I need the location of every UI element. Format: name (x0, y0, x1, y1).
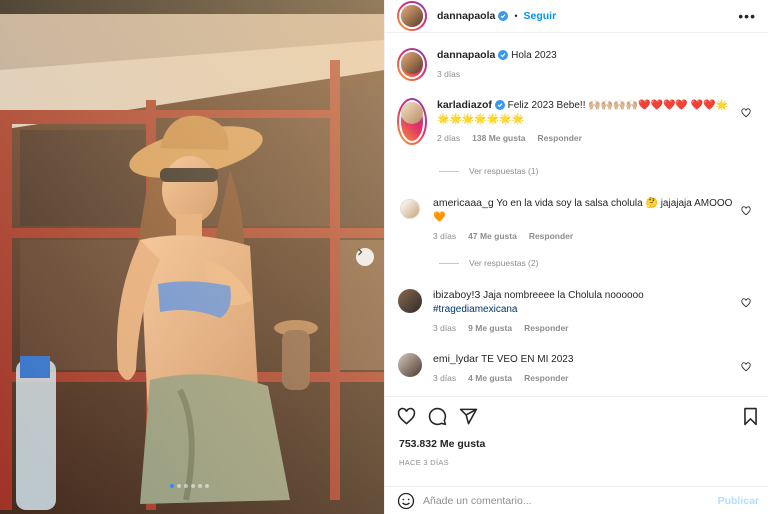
comment-likes[interactable]: 9 Me gusta (468, 321, 512, 335)
comment-time: 3 días (433, 373, 457, 383)
avatar[interactable] (397, 196, 423, 222)
comment-username[interactable]: karladiazof (437, 99, 492, 111)
heart-icon[interactable] (741, 298, 751, 308)
reply-button[interactable]: Responder (538, 131, 582, 145)
comment-time: 3 días (433, 323, 457, 333)
heart-icon[interactable] (397, 407, 416, 426)
post-timestamp: HACE 3 DÍAS (399, 458, 449, 467)
emoji-icon[interactable] (397, 492, 415, 510)
post-header: dannapaola • Seguir ••• (385, 0, 768, 33)
follow-button[interactable]: Seguir (524, 10, 557, 22)
heart-icon[interactable] (741, 206, 751, 216)
more-icon[interactable]: ••• (738, 8, 756, 24)
comment-item: emi_lydar TE VEO EN MI 2023 3 días 4 Me g… (397, 352, 757, 385)
comment-likes[interactable]: 138 Me gusta (472, 131, 525, 145)
reply-button[interactable]: Responder (524, 371, 568, 385)
post-sidebar: dannapaola • Seguir ••• dannapaola Hola … (384, 0, 768, 514)
separator-dot: • (514, 11, 518, 21)
carousel-dot (205, 484, 209, 488)
verified-icon (494, 100, 505, 111)
heart-icon[interactable] (741, 362, 751, 372)
carousel-dot (191, 484, 195, 488)
comment-username[interactable]: americaaa_g (433, 197, 494, 209)
photo-illustration (0, 0, 384, 514)
comment-item: americaaa_g Yo en la vida soy la salsa c… (397, 196, 757, 243)
comment-text: TE VEO EN MI 2023 (481, 354, 574, 365)
carousel-dot (198, 484, 202, 488)
avatar[interactable] (397, 352, 423, 378)
avatar[interactable] (397, 1, 427, 31)
view-replies-button[interactable]: Ver respuestas (2) (439, 258, 538, 268)
comment-composer: Publicar (385, 486, 768, 514)
carousel-dot (177, 484, 181, 488)
comment-likes[interactable]: 4 Me gusta (468, 371, 512, 385)
reply-button[interactable]: Responder (524, 321, 568, 335)
comment-item: karladiazof Feliz 2023 Bebe!! 🙌🏼🙌🏼🙌🏼🙌🏼❤️… (397, 98, 757, 145)
avatar[interactable] (397, 98, 427, 145)
avatar[interactable] (397, 48, 427, 81)
hashtag-link[interactable]: #tragediamexicana (433, 304, 518, 315)
comment-item: ibizaboy!3 Jaja nombreeee la Cholula noo… (397, 288, 757, 335)
bookmark-icon[interactable] (742, 407, 759, 426)
carousel-dot (170, 484, 174, 488)
caption-time: 3 días (437, 69, 461, 79)
chevron-right-icon (358, 248, 363, 256)
caption: dannapaola Hola 2023 3 días (397, 48, 757, 81)
likes-count[interactable]: 753.832 Me gusta (399, 438, 485, 450)
carousel-dot (184, 484, 188, 488)
reply-button[interactable]: Responder (529, 229, 573, 243)
action-bar (385, 396, 768, 432)
post-comment-button[interactable]: Publicar (718, 495, 759, 507)
view-replies-button[interactable]: Ver respuestas (1) (439, 166, 538, 176)
comment-icon[interactable] (428, 407, 447, 426)
view-replies-label: Ver respuestas (1) (469, 166, 539, 176)
caption-text: Hola 2023 (511, 50, 557, 61)
verified-icon (498, 50, 509, 61)
caption-username[interactable]: dannapaola (437, 49, 495, 61)
carousel-indicator (170, 484, 209, 488)
post-photo[interactable] (0, 0, 384, 514)
avatar[interactable] (397, 288, 423, 314)
comment-time: 3 días (433, 231, 457, 241)
view-replies-label: Ver respuestas (2) (469, 258, 539, 268)
comments-list[interactable]: dannapaola Hola 2023 3 días karladiazof … (385, 40, 768, 394)
comment-time: 2 días (437, 133, 461, 143)
comment-likes[interactable]: 47 Me gusta (468, 229, 517, 243)
carousel-next-button[interactable] (356, 248, 374, 266)
comment-text: Jaja nombreeee la Cholula noooooo (483, 290, 644, 301)
author-username[interactable]: dannapaola (437, 10, 495, 22)
comment-input[interactable] (423, 494, 703, 507)
share-icon[interactable] (459, 407, 478, 426)
comment-username[interactable]: ibizaboy!3 (433, 289, 480, 301)
heart-icon[interactable] (741, 108, 751, 118)
verified-icon (498, 11, 509, 21)
comment-username[interactable]: emi_lydar (433, 353, 479, 365)
